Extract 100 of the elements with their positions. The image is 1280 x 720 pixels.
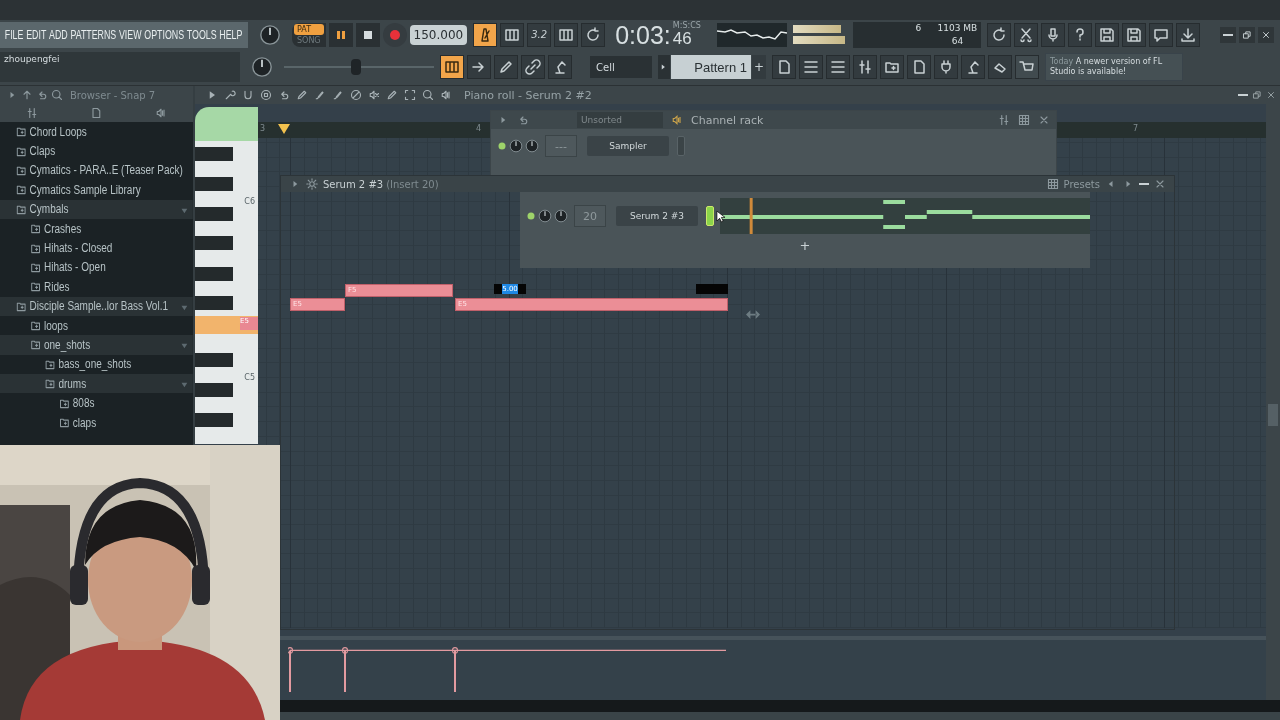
- close-icon: [1154, 178, 1166, 190]
- folder-item[interactable]: Hihats - Open: [0, 257, 193, 278]
- folder-item[interactable]: Cymbals: [0, 199, 193, 219]
- folder-item[interactable]: Crashes: [0, 218, 193, 239]
- restore-button[interactable]: [1239, 26, 1255, 43]
- stop-icon: [259, 89, 272, 101]
- folder-item[interactable]: Hihats - Closed: [0, 238, 193, 258]
- search-icon: [421, 89, 434, 101]
- menu-item[interactable]: FILE: [4, 27, 24, 42]
- folder-item[interactable]: claps: [0, 412, 193, 433]
- folder-icon: [884, 59, 900, 75]
- knob[interactable]: [509, 139, 523, 153]
- vertical-scrollbar[interactable]: [1266, 104, 1280, 700]
- folder-item[interactable]: Rides: [0, 277, 193, 297]
- restore-button[interactable]: [1252, 90, 1262, 100]
- toolbar-button[interactable]: [1122, 22, 1147, 47]
- voice-count: 6: [915, 22, 922, 33]
- folder-item[interactable]: Cymatics - PARA..E (Teaser Pack): [0, 160, 193, 181]
- toolbar-button[interactable]: [500, 22, 525, 47]
- toolbar-button[interactable]: [548, 55, 572, 79]
- countdown-button[interactable]: 3.2: [527, 22, 552, 47]
- toolbar-button[interactable]: [467, 55, 491, 79]
- toolbar-button[interactable]: [440, 55, 464, 79]
- toolbar-button[interactable]: [826, 55, 850, 79]
- toolbar-button[interactable]: [799, 55, 823, 79]
- folder-item[interactable]: Chord Loops: [0, 122, 193, 142]
- add-pattern-button[interactable]: +: [752, 55, 766, 79]
- browser-title: Browser - Snap 7: [70, 89, 156, 101]
- brush-icon: [331, 89, 344, 101]
- close-button[interactable]: [1258, 26, 1274, 43]
- toolbar-button[interactable]: [934, 55, 958, 79]
- grid-icon: [1046, 178, 1059, 190]
- toolbar-button[interactable]: [772, 55, 796, 79]
- window-title: Channel rack: [691, 113, 764, 127]
- pencil-icon: [295, 89, 308, 101]
- list-icon: [830, 59, 846, 75]
- stop-button[interactable]: [355, 22, 380, 47]
- news-panel[interactable]: Today A newer version of FL Studio is available!: [1045, 53, 1183, 81]
- toolbar-button[interactable]: [907, 55, 931, 79]
- keyboard-icon: [444, 59, 460, 75]
- folder-item[interactable]: Disciple Sample..lor Bass Vol.1: [0, 296, 193, 316]
- menu-item[interactable]: TOOLS: [186, 27, 217, 42]
- folder-item[interactable]: loops: [0, 315, 193, 336]
- pattern-menu-button[interactable]: [658, 55, 670, 79]
- toolbar-button[interactable]: [1149, 22, 1174, 47]
- knob[interactable]: [259, 23, 281, 46]
- folder-item[interactable]: 808s: [0, 393, 193, 413]
- restore-icon: [1242, 29, 1252, 40]
- toolbar-button[interactable]: [1041, 22, 1066, 47]
- toolbar-button[interactable]: [1176, 22, 1201, 47]
- tempo-display[interactable]: 150.000: [409, 24, 468, 45]
- toolbar-button[interactable]: [1015, 55, 1039, 79]
- pattern-selector[interactable]: Pattern 1: [671, 55, 751, 79]
- toolbar-button[interactable]: [1068, 22, 1093, 47]
- toolbar-button[interactable]: [853, 55, 877, 79]
- pause-button[interactable]: [328, 22, 353, 47]
- channel-led-icon[interactable]: [526, 211, 536, 221]
- toolbar-button[interactable]: [521, 55, 545, 79]
- snap-selector[interactable]: Cell: [590, 56, 652, 78]
- menu-item[interactable]: HELP: [219, 27, 243, 42]
- folder-item[interactable]: one_shots: [0, 335, 193, 355]
- toolbar-button[interactable]: [581, 22, 606, 47]
- minimize-button[interactable]: [1220, 26, 1236, 43]
- toolbar-button[interactable]: [494, 55, 518, 79]
- menu-item[interactable]: OPTIONS: [144, 27, 185, 42]
- speaker-icon: [154, 107, 167, 119]
- add-channel-button[interactable]: +: [799, 238, 811, 253]
- mode-switch[interactable]: PAT SONG: [292, 22, 326, 47]
- restore-icon: [1252, 90, 1262, 100]
- toolbar-button[interactable]: [961, 55, 985, 79]
- time-unit: M:S:CS: [672, 21, 701, 30]
- toolbar-button[interactable]: [473, 22, 498, 47]
- master-pitch-slider[interactable]: [284, 57, 434, 77]
- close-button[interactable]: [1266, 90, 1276, 100]
- channel-name-button[interactable]: Sampler: [587, 136, 669, 156]
- download-icon: [1180, 26, 1197, 43]
- channel-led-icon[interactable]: [497, 141, 507, 151]
- folder-item[interactable]: Claps: [0, 141, 193, 161]
- menu-item[interactable]: EDIT: [26, 27, 47, 42]
- menu-item[interactable]: VIEW: [119, 27, 142, 42]
- folder-item[interactable]: drums: [0, 374, 193, 394]
- menu-item[interactable]: ADD: [49, 27, 68, 42]
- folder-item[interactable]: bass_one_shots: [0, 354, 193, 375]
- knob[interactable]: [554, 209, 568, 223]
- toolbar-button[interactable]: [988, 55, 1012, 79]
- save-icon: [1099, 26, 1116, 43]
- menu-item[interactable]: PATTERNS: [70, 27, 117, 42]
- toolbar-button[interactable]: [987, 22, 1012, 47]
- folder-item[interactable]: Cymatics Sample Library: [0, 180, 193, 200]
- toolbar-button[interactable]: [1095, 22, 1120, 47]
- toolbar-button[interactable]: [880, 55, 904, 79]
- playhead-marker[interactable]: [278, 124, 290, 134]
- toolbar-button[interactable]: [554, 22, 579, 47]
- knob[interactable]: [525, 139, 539, 153]
- plugin-name: Serum 2 #3: [323, 178, 384, 190]
- toolbar-button[interactable]: [1014, 22, 1039, 47]
- knob[interactable]: [251, 56, 273, 78]
- value-popup: [696, 284, 728, 294]
- knob[interactable]: [538, 209, 552, 223]
- channel-name-button[interactable]: Serum 2 #3: [616, 206, 698, 226]
